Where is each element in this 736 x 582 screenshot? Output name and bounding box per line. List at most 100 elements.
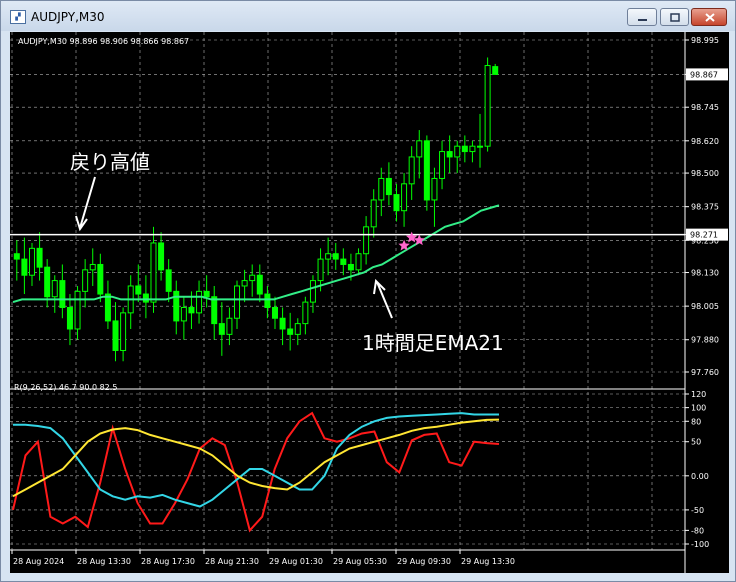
candle-body [378, 177, 385, 201]
candle-body [294, 323, 301, 335]
candle-body [484, 65, 491, 147]
rci-axis: 120 100 80 50 0.00 -50 -80 -100 [685, 390, 709, 549]
level-price-label: 98.271 [690, 231, 718, 240]
candle-body [150, 242, 157, 303]
candle-body [279, 317, 286, 330]
candle-body [317, 258, 324, 282]
time-tick-label: 28 Aug 13:30 [77, 557, 131, 566]
rci-tick-label: 80 [691, 417, 701, 426]
candle-body [234, 285, 241, 319]
annotation-swing-high: 戻り高値 [70, 150, 150, 174]
candle-body [256, 274, 263, 295]
price-axis: 98.995 98.867 98.745 98.620 98.500 98.375 98.2… [685, 36, 719, 377]
candle-body [325, 253, 332, 260]
time-axis: 28 Aug 2024 28 Aug 13:30 28 Aug 17:30 28 Au… [11, 550, 515, 566]
candle-body [332, 253, 339, 260]
rci-header: R(9,26,52) 46.7 90.0 82.5 [14, 383, 117, 392]
price-tick-label: 98.745 [691, 103, 719, 112]
chart-window-icon: ▞ [10, 10, 26, 24]
candle-body [347, 263, 354, 271]
price-tick-label: 97.880 [691, 336, 719, 345]
candle-body [112, 320, 119, 351]
time-tick-label: 28 Aug 2024 [13, 557, 64, 566]
minimize-icon [638, 19, 647, 21]
rci-lines [12, 411, 500, 533]
annotation-arrow-swing-high [75, 176, 96, 232]
candle-body [439, 151, 446, 179]
candles [13, 57, 499, 362]
candle-body [59, 280, 66, 308]
rci-tick-label: 0.00 [691, 472, 709, 481]
candle-body [469, 145, 476, 153]
candle-body [309, 280, 316, 303]
candle-body [97, 263, 104, 295]
time-tick-label: 29 Aug 01:30 [269, 557, 323, 566]
annotation-ema21: 1時間足EMA21 [362, 331, 504, 355]
current-price-label: 98.867 [690, 70, 718, 79]
maximize-button[interactable] [660, 8, 689, 26]
rci-line-9 [12, 411, 500, 533]
candle-body [21, 258, 28, 276]
candle-body [385, 177, 392, 196]
candle-body [211, 296, 218, 325]
time-tick-label: 29 Aug 05:30 [333, 557, 387, 566]
candle-body [28, 247, 35, 276]
title-bar[interactable]: ▞ AUDJPY,M30 [1, 1, 735, 31]
minimize-button[interactable] [627, 8, 657, 26]
time-tick-label: 29 Aug 13:30 [461, 557, 515, 566]
close-icon [705, 13, 715, 22]
candle-body [461, 145, 468, 153]
candle-body [82, 269, 89, 292]
candle-body [340, 258, 347, 265]
candle-body [74, 290, 81, 330]
price-tick-label: 97.760 [691, 368, 719, 377]
time-tick-label: 28 Aug 21:30 [205, 557, 259, 566]
candle-body [370, 199, 377, 228]
candle-body [492, 66, 499, 75]
candle-body [355, 253, 362, 271]
candle-body [302, 301, 309, 325]
time-tick-label: 29 Aug 09:30 [397, 557, 451, 566]
candle-body [408, 156, 415, 185]
candle-body [401, 183, 408, 212]
candle-body [393, 194, 400, 212]
chart-area[interactable]: 98.995 98.867 98.745 98.620 98.500 98.375 98.2… [10, 32, 729, 573]
window-title: AUDJPY,M30 [31, 10, 105, 24]
candle-body [454, 145, 461, 158]
candle-body [241, 280, 248, 287]
time-tick-label: 28 Aug 17:30 [141, 557, 195, 566]
rci-tick-label: 50 [691, 438, 701, 447]
candle-body [287, 328, 294, 335]
candle-body [477, 145, 484, 148]
price-tick-label: 98.995 [691, 36, 719, 45]
candle-body [363, 226, 370, 255]
price-tick-label: 98.620 [691, 137, 719, 146]
grid [10, 32, 685, 550]
price-tick-label: 98.375 [691, 203, 719, 212]
candle-body [264, 293, 271, 308]
maximize-icon [670, 13, 680, 22]
candle-body [51, 280, 58, 298]
candle-body [203, 290, 210, 298]
close-button[interactable] [691, 8, 727, 26]
candle-body [89, 263, 96, 271]
candle-body [135, 285, 142, 295]
rci-tick-label: 120 [691, 390, 706, 399]
rci-line-52 [12, 418, 500, 498]
candle-body [165, 269, 172, 292]
candle-body [271, 306, 278, 319]
candle-body [120, 312, 127, 351]
candle-body [13, 253, 20, 260]
candle-body [196, 290, 203, 314]
candle-body [431, 177, 438, 201]
rci-tick-label: 100 [691, 404, 706, 413]
candle-body [142, 293, 149, 303]
rci-tick-label: -50 [691, 506, 704, 515]
candle-body [104, 293, 111, 322]
chart-canvas[interactable]: 98.995 98.867 98.745 98.620 98.500 98.375 98.2… [10, 32, 729, 573]
candle-body [446, 151, 453, 158]
rci-tick-label: -100 [691, 540, 709, 549]
candle-body [249, 274, 256, 282]
rci-tick-label: -80 [691, 526, 704, 535]
signal-star-marker [406, 231, 418, 243]
